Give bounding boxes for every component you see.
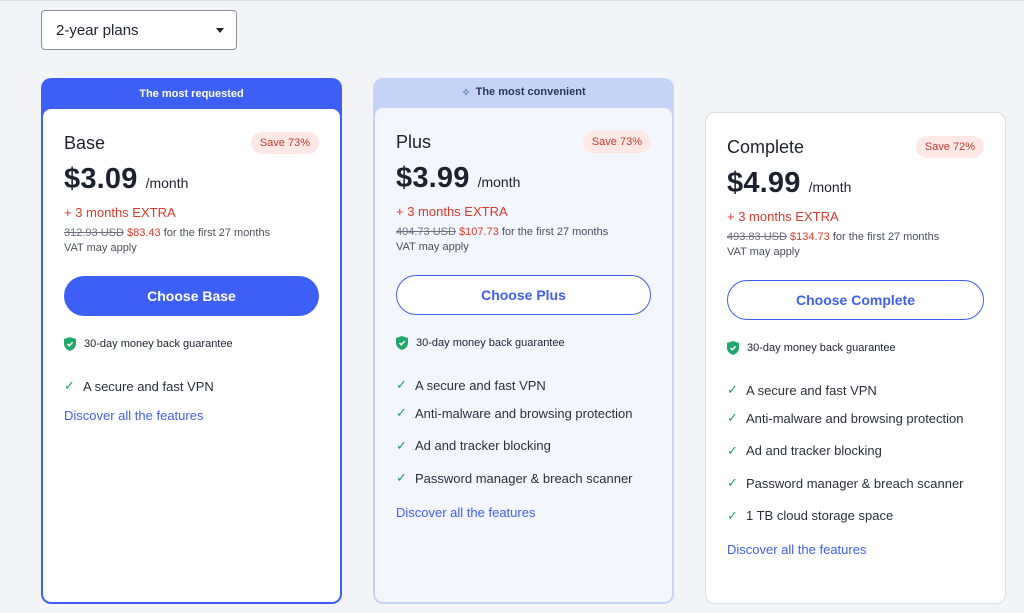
guarantee-text: 30-day money back guarantee	[416, 337, 565, 349]
plan-price: $3.09	[64, 163, 138, 195]
plan-card-base: The most requested Base Save 73% $3.09 /…	[41, 78, 342, 604]
choose-plus-button[interactable]: Choose Plus	[396, 275, 651, 315]
guarantee-text: 30-day money back guarantee	[84, 338, 233, 350]
feature-text: Anti-malware and browsing protection	[415, 405, 633, 421]
plan-card-body: Base Save 73% $3.09 /month + 3 months EX…	[43, 109, 340, 602]
extra-months: + 3 months EXTRA	[396, 204, 508, 219]
save-badge: Save 73%	[582, 131, 651, 153]
plan-card-body: Plus Save 73% $3.99 /month + 3 months EX…	[375, 108, 672, 602]
plan-banner: ✧ The most convenient	[373, 78, 674, 106]
check-icon: ✓	[727, 507, 738, 523]
caret-down-icon	[216, 27, 224, 33]
feature-text: Anti-malware and browsing protection	[746, 410, 964, 426]
plan-price: $3.99	[396, 162, 470, 194]
price-term: for the first 27 months	[163, 227, 271, 239]
feature-text: 1 TB cloud storage space	[746, 508, 894, 524]
feature-item: ✓ Password manager & breach scanner	[396, 462, 651, 495]
feature-text: Ad and tracker blocking	[746, 443, 882, 459]
save-badge: Save 72%	[915, 136, 984, 158]
choose-base-button[interactable]: Choose Base	[64, 276, 319, 316]
feature-text: A secure and fast VPN	[415, 377, 546, 393]
check-icon: ✓	[396, 470, 407, 486]
feature-text: A secure and fast VPN	[83, 378, 214, 394]
check-icon: ✓	[396, 405, 407, 421]
discover-features-link[interactable]: Discover all the features	[396, 505, 535, 520]
feature-item: ✓ Anti-malware and browsing protection	[396, 397, 651, 430]
plan-duration-select[interactable]: 2-year plans	[41, 10, 237, 50]
old-price: 312.93 USD	[64, 227, 124, 239]
feature-list: ✓ A secure and fast VPN ✓ Anti-malware and…	[396, 373, 651, 495]
price-period: /month	[145, 175, 189, 191]
plan-name: Complete	[727, 136, 805, 157]
feature-item: ✓ 1 TB cloud storage space	[727, 500, 984, 533]
plan-card-plus: ✧ The most convenient Plus Save 73% $3.9…	[373, 78, 674, 604]
new-price: $83.43	[127, 227, 161, 239]
plan-price: $4.99	[727, 167, 801, 199]
feature-item: ✓ A secure and fast VPN	[64, 374, 319, 398]
price-detail: 493.83 USD $134.73 for the first 27 mont…	[727, 230, 984, 260]
plan-name: Base	[64, 132, 106, 153]
check-icon: ✓	[727, 442, 738, 458]
extra-months: + 3 months EXTRA	[727, 209, 839, 224]
feature-item: ✓ A secure and fast VPN	[727, 378, 984, 402]
feature-item: ✓ Ad and tracker blocking	[727, 435, 984, 468]
shield-check-icon	[396, 336, 408, 350]
feature-list: ✓ A secure and fast VPN ✓ Anti-malware and…	[727, 378, 984, 532]
discover-features-link[interactable]: Discover all the features	[64, 408, 203, 423]
feature-text: Password manager & breach scanner	[746, 475, 964, 491]
price-term: for the first 27 months	[501, 226, 609, 238]
plan-card-complete: Complete Save 72% $4.99 /month + 3 month…	[705, 112, 1006, 604]
price-period: /month	[808, 179, 852, 195]
price-detail: 404.73 USD $107.73 for the first 27 mont…	[396, 225, 651, 255]
money-back-guarantee: 30-day money back guarantee	[396, 336, 651, 350]
money-back-guarantee: 30-day money back guarantee	[64, 337, 319, 351]
sparkle-icon: ✧	[461, 86, 471, 99]
feature-list: ✓ A secure and fast VPN	[64, 374, 319, 398]
check-icon: ✓	[396, 377, 407, 392]
vat-note: VAT may apply	[396, 241, 469, 253]
feature-item: ✓ Ad and tracker blocking	[396, 430, 651, 463]
old-price: 404.73 USD	[396, 226, 456, 238]
money-back-guarantee: 30-day money back guarantee	[727, 341, 984, 355]
discover-features-link[interactable]: Discover all the features	[727, 542, 866, 557]
check-icon: ✓	[64, 378, 75, 393]
feature-item: ✓ Anti-malware and browsing protection	[727, 402, 984, 435]
plan-duration-value: 2-year plans	[56, 21, 139, 39]
guarantee-text: 30-day money back guarantee	[747, 342, 896, 354]
vat-note: VAT may apply	[64, 242, 137, 254]
shield-check-icon	[64, 337, 76, 351]
price-term: for the first 27 months	[832, 231, 940, 243]
choose-complete-button[interactable]: Choose Complete	[727, 280, 984, 320]
plan-name: Plus	[396, 131, 432, 152]
feature-text: Ad and tracker blocking	[415, 438, 551, 454]
check-icon: ✓	[396, 437, 407, 453]
shield-check-icon	[727, 341, 739, 355]
feature-text: A secure and fast VPN	[746, 382, 877, 398]
check-icon: ✓	[727, 475, 738, 491]
feature-item: ✓ Password manager & breach scanner	[727, 467, 984, 500]
new-price: $134.73	[790, 231, 830, 243]
new-price: $107.73	[459, 226, 499, 238]
price-period: /month	[477, 174, 521, 190]
save-badge: Save 73%	[250, 132, 319, 154]
feature-item: ✓ A secure and fast VPN	[396, 373, 651, 397]
plan-banner-text: The most convenient	[475, 86, 586, 98]
feature-text: Password manager & breach scanner	[415, 470, 633, 486]
vat-note: VAT may apply	[727, 246, 800, 258]
price-detail: 312.93 USD $83.43 for the first 27 month…	[64, 226, 319, 256]
old-price: 493.83 USD	[727, 231, 787, 243]
check-icon: ✓	[727, 382, 738, 397]
plan-banner: The most requested	[139, 87, 244, 100]
extra-months: + 3 months EXTRA	[64, 205, 176, 220]
check-icon: ✓	[727, 410, 738, 426]
